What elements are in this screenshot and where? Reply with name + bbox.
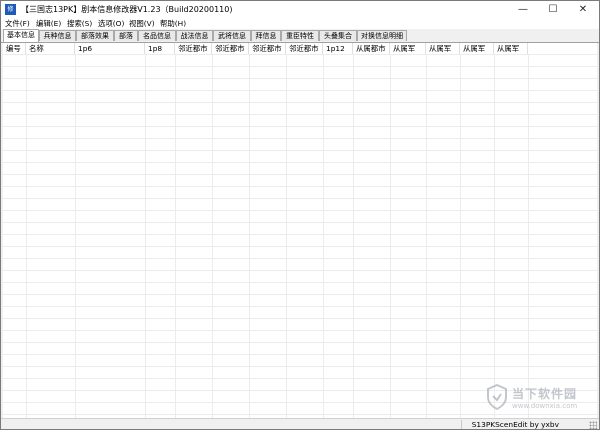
column-header-adjacent-city-4[interactable]: 邻近都市 bbox=[286, 43, 323, 54]
column-header-subordinate-army-3[interactable]: 从属军 bbox=[460, 43, 494, 54]
column-header-subordinate-city[interactable]: 从属都市 bbox=[353, 43, 390, 54]
column-header-id[interactable]: 编号 bbox=[3, 43, 26, 54]
tab-tactic-info[interactable]: 战法信息 bbox=[176, 30, 213, 41]
menu-search[interactable]: 搜索(S) bbox=[67, 18, 92, 29]
watermark-url: www.downxia.com bbox=[512, 402, 578, 410]
tab-tribe-effect[interactable]: 部落效果 bbox=[76, 30, 114, 41]
tab-tribe[interactable]: 部落 bbox=[114, 30, 138, 41]
column-header-adjacent-city-2[interactable]: 邻近都市 bbox=[212, 43, 249, 54]
watermark-title: 当下软件园 bbox=[512, 387, 578, 401]
tab-head-collection[interactable]: 头叠集合 bbox=[319, 30, 357, 41]
column-header-adjacent-city-3[interactable]: 邻近都市 bbox=[249, 43, 286, 54]
status-text: S13PKScenEdit by yxbv bbox=[471, 420, 559, 429]
watermark: 当下软件园 www.downxia.com bbox=[486, 384, 591, 416]
tab-officer-info[interactable]: 武将信息 bbox=[213, 30, 251, 41]
shield-logo-icon bbox=[487, 384, 507, 410]
menu-edit[interactable]: 编辑(E) bbox=[36, 18, 61, 29]
menu-help[interactable]: 帮助(H) bbox=[160, 18, 186, 29]
data-grid[interactable] bbox=[3, 43, 597, 418]
minimize-button[interactable]: — bbox=[508, 1, 538, 18]
close-button[interactable]: ✕ bbox=[568, 1, 598, 18]
column-header-1p12[interactable]: 1p12 bbox=[323, 43, 353, 54]
column-header-1p8[interactable]: 1p8 bbox=[145, 43, 175, 54]
status-bar: S13PKScenEdit by yxbv bbox=[1, 418, 599, 429]
tab-bai-info[interactable]: 拜信息 bbox=[251, 30, 281, 41]
column-header-subordinate-army-4[interactable]: 从属军 bbox=[494, 43, 528, 54]
column-header-1p6[interactable]: 1p6 bbox=[75, 43, 145, 54]
maximize-button[interactable]: ☐ bbox=[538, 1, 568, 18]
menu-options[interactable]: 选项(O) bbox=[98, 18, 124, 29]
column-header-adjacent-city-1[interactable]: 邻近都市 bbox=[175, 43, 212, 54]
app-window: 修 【三国志13PK】剧本信息修改器V1.23（Build20200110) —… bbox=[0, 0, 600, 430]
tab-bar: 基本信息 兵种信息 部落效果 部落 名品信息 战法信息 武将信息 拜信息 重臣特… bbox=[1, 29, 599, 43]
tab-troop-info[interactable]: 兵种信息 bbox=[39, 30, 76, 41]
tab-exchange-detail[interactable]: 对换信息明细 bbox=[357, 30, 407, 41]
window-title: 【三国志13PK】剧本信息修改器V1.23（Build20200110) bbox=[21, 5, 233, 14]
resize-grip-icon[interactable] bbox=[589, 421, 597, 429]
menu-view[interactable]: 视图(V) bbox=[129, 18, 155, 29]
column-header-name[interactable]: 名称 bbox=[26, 43, 75, 54]
app-icon: 修 bbox=[5, 4, 16, 15]
title-bar[interactable]: 修 【三国志13PK】剧本信息修改器V1.23（Build20200110) —… bbox=[1, 1, 599, 18]
menu-file[interactable]: 文件(F) bbox=[5, 18, 30, 29]
column-header-subordinate-army-1[interactable]: 从属军 bbox=[390, 43, 426, 54]
menu-bar: 文件(F) 编辑(E) 搜索(S) 选项(O) 视图(V) 帮助(H) bbox=[1, 18, 599, 29]
grid-header: 编号 名称 1p6 1p8 邻近都市 邻近都市 邻近都市 邻近都市 1p12 从… bbox=[3, 43, 597, 54]
column-header-subordinate-army-2[interactable]: 从属军 bbox=[426, 43, 460, 54]
tab-item-info[interactable]: 名品信息 bbox=[138, 30, 176, 41]
tab-basic-info[interactable]: 基本信息 bbox=[3, 29, 39, 42]
tab-minister-trait[interactable]: 重臣特性 bbox=[281, 30, 319, 41]
status-separator bbox=[461, 420, 462, 429]
